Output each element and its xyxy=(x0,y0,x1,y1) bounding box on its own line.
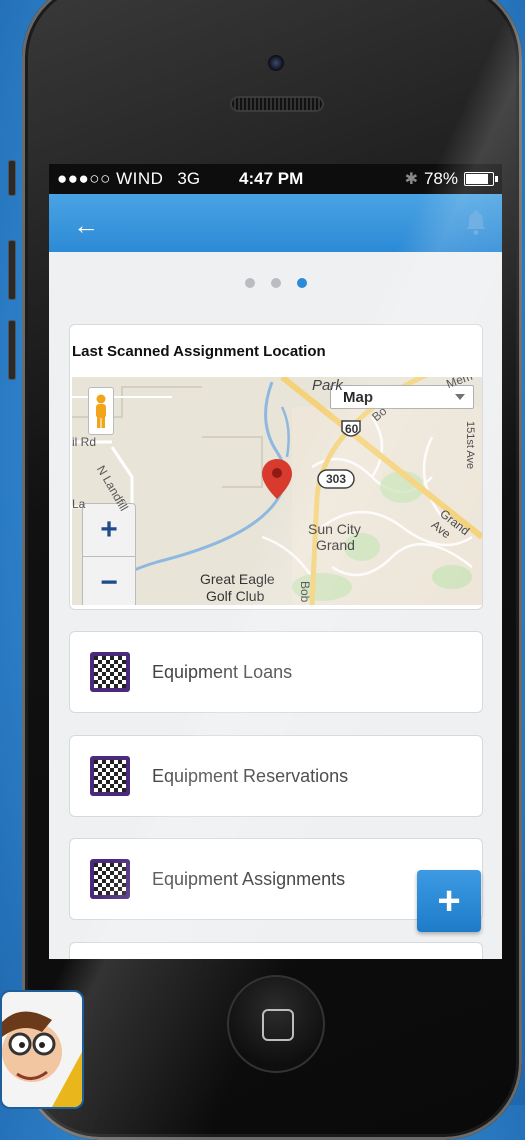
bluetooth-icon: ✱ xyxy=(404,171,418,188)
home-square-icon xyxy=(262,1009,294,1041)
page-dot-2[interactable] xyxy=(270,278,281,288)
qr-code-icon xyxy=(90,756,130,796)
bell-icon[interactable] xyxy=(464,208,488,236)
page-indicator xyxy=(49,278,502,290)
menu-item-label: Equipment Reservations xyxy=(152,765,349,786)
status-bar: ●●●○○ WIND 3G 4:47 PM ✱ 78% xyxy=(49,164,502,194)
page-dot-1[interactable] xyxy=(244,278,255,288)
phone-screen: ●●●○○ WIND 3G 4:47 PM ✱ 78% ← Last Scann… xyxy=(49,164,502,959)
qr-code-icon xyxy=(90,652,130,692)
volume-down-button xyxy=(8,320,16,380)
menu-item-label: Equipment Assignments xyxy=(152,868,346,889)
location-map-card: Last Scanned Assignment Location Map + −… xyxy=(69,324,483,610)
map-label-route-303: 303 xyxy=(326,472,347,486)
front-camera xyxy=(268,55,284,71)
clock: 4:47 PM xyxy=(239,169,304,188)
menu-item-label: Equipment Loans xyxy=(152,661,293,682)
map-label-route-60: 60 xyxy=(345,422,359,436)
map-label-sun-city: Sun City xyxy=(308,521,361,537)
volume-up-button xyxy=(8,240,16,300)
map-label-road-left: il Rd xyxy=(72,435,97,449)
zoom-control: + − xyxy=(82,503,136,605)
map-view[interactable]: Map + − Park Mem il Rd N Landfill La 60 … xyxy=(72,377,482,605)
page-dot-3-active[interactable] xyxy=(296,278,307,288)
menu-item-equipment-reservations[interactable]: Equipment Reservations xyxy=(69,735,483,817)
map-label-park: Park xyxy=(312,377,343,394)
battery-icon xyxy=(464,172,498,186)
map-type-label: Map xyxy=(343,388,373,406)
map-label-grand: Grand xyxy=(316,537,355,553)
network-label: 3G xyxy=(177,169,201,188)
zoom-out-button[interactable]: − xyxy=(83,557,135,605)
add-button[interactable]: + xyxy=(417,870,481,932)
map-label-151st: 151st Ave xyxy=(464,421,476,470)
map-label-bob: Bob xyxy=(298,581,312,603)
back-arrow-icon[interactable]: ← xyxy=(73,210,99,241)
menu-item-partial[interactable] xyxy=(69,942,483,959)
qr-code-icon xyxy=(90,859,130,899)
app-header: ← xyxy=(49,194,502,252)
map-card-title: Last Scanned Assignment Location xyxy=(72,343,326,360)
carrier-label: ●●●○○ WIND xyxy=(57,169,164,188)
chevron-down-icon xyxy=(455,394,465,400)
menu-item-equipment-loans[interactable]: Equipment Loans xyxy=(69,631,483,713)
street-view-pegman-icon[interactable] xyxy=(88,387,114,435)
mute-switch xyxy=(8,160,16,196)
earpiece-speaker xyxy=(230,96,324,112)
mascot-avatar xyxy=(0,990,84,1109)
map-label-la: La xyxy=(72,497,86,511)
map-label-golf-1: Great Eagle xyxy=(200,571,275,587)
battery-percent: 78% xyxy=(423,169,458,188)
status-right: ✱ 78% xyxy=(404,169,498,189)
zoom-in-button[interactable]: + xyxy=(83,504,135,557)
map-label-golf-2: Golf Club xyxy=(206,588,265,604)
